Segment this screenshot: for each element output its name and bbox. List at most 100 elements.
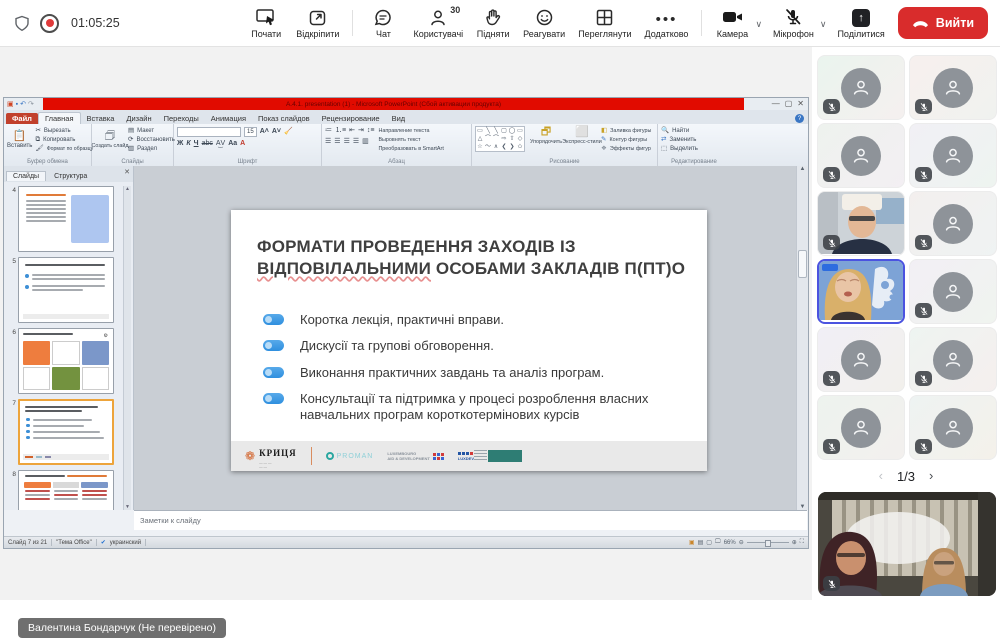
zoom-in-icon[interactable]: ⊕ [792,539,797,546]
slide-thumbnail[interactable] [18,186,114,252]
bold-button[interactable]: Ж [177,140,183,148]
slide-scrollbar[interactable]: ▲ ▼ [796,166,808,510]
align-left-icon[interactable]: ☰ [325,138,331,146]
justify-icon[interactable]: ☰ [353,138,359,146]
close-icon[interactable]: ✕ [797,100,804,108]
slide-thumbnail[interactable] [18,257,114,323]
participant-tile[interactable] [817,395,905,460]
font-name-box[interactable] [177,127,241,137]
section-button[interactable]: Раздел [137,145,157,153]
smartart-button[interactable]: Преобразовать в SmartArt [378,145,443,153]
char-spacing-icon[interactable]: A͜V [216,140,225,148]
reset-button[interactable]: Восстановить [136,136,174,144]
thumbnail-slide-4[interactable]: 4 [6,186,123,252]
strikethrough-button[interactable]: abc [202,140,213,148]
share-button[interactable]: ↑ Поділитися [837,7,884,39]
scrollbar-thumb[interactable] [798,250,807,278]
notes-pane[interactable]: Заметки к слайду [134,510,807,530]
tab-insert[interactable]: Вставка [81,113,121,124]
tab-view[interactable]: Вид [386,113,412,124]
change-case-button[interactable]: Aa [228,140,237,148]
security-shield-icon[interactable] [14,15,30,32]
thumbnail-slide-6[interactable]: 6 ⚙ [6,328,123,394]
panel-close-icon[interactable]: ✕ [124,168,130,176]
redo-icon[interactable]: ↷ [28,101,34,108]
undo-icon[interactable]: ↶ [20,101,26,108]
paste-button[interactable]: 📋 Вставить [7,126,32,153]
prev-page-chevron[interactable]: ‹ [879,469,883,483]
tab-file[interactable]: Файл [6,113,38,124]
copy-button[interactable]: Копировать [43,136,75,144]
mic-options-chevron[interactable]: ∨ [820,17,827,30]
numbering-icon[interactable]: ⒈≡ [335,127,346,135]
chat-button[interactable]: Чат [366,7,400,39]
font-size-box[interactable]: 15 [244,127,257,137]
clear-format-icon[interactable]: 🧹 [284,128,293,136]
tab-design[interactable]: Дизайн [120,113,157,124]
zoom-slider[interactable] [747,542,789,543]
active-speaker-tile[interactable] [817,259,905,324]
view-reading-icon[interactable]: ▢ [706,539,712,546]
slide-thumbnail[interactable]: ⚙ [18,328,114,394]
status-language[interactable]: украинский [110,540,141,546]
grow-font-icon[interactable]: A˄ [260,128,269,136]
participant-tile[interactable] [909,191,997,256]
thumbnail-slide-5[interactable]: 5 [6,257,123,323]
participant-tile[interactable] [909,327,997,392]
panel-scrollbar[interactable]: ▲▼ [123,186,131,510]
start-share-button[interactable]: Почати [249,7,283,39]
slide-thumbnail-selected[interactable] [18,399,114,465]
help-icon[interactable]: ? [795,114,804,123]
align-center-icon[interactable]: ☰ [334,138,340,146]
format-painter-button[interactable]: Формат по образцу [47,145,94,153]
participant-tile[interactable] [909,395,997,460]
underline-button[interactable]: Ч [194,140,199,148]
camera-button[interactable]: Камера [715,7,749,39]
tab-slideshow[interactable]: Показ слайдов [252,113,316,124]
thumbnail-slide-7-current[interactable]: 7 [6,399,123,465]
quick-styles-button[interactable]: ⬜ Экспресс-стили [567,126,597,145]
pinned-video-tile[interactable] [818,492,996,596]
save-icon[interactable]: ▪ [16,101,18,108]
view-slideshow-icon[interactable]: 🖵 [715,539,721,546]
italic-button[interactable]: К [186,140,190,148]
tab-animations[interactable]: Анимация [205,113,252,124]
next-page-chevron[interactable]: › [929,469,933,483]
participant-tile-video[interactable] [817,191,905,256]
panel-tab-outline[interactable]: Структура [48,172,93,181]
current-slide[interactable]: ФОРМАТИ ПРОВЕДЕННЯ ЗАХОДІВ ІЗ ВІДПОВІЛАЛ… [231,210,707,471]
recording-indicator-icon[interactable] [40,14,59,33]
participant-tile[interactable] [817,55,905,120]
text-direction-button[interactable]: Направление текста [378,127,429,135]
maximize-icon[interactable]: ▢ [785,100,793,108]
layout-button[interactable]: Макет [137,127,154,135]
tab-review[interactable]: Рецензирование [316,113,386,124]
react-button[interactable]: Реагувати [523,7,565,39]
align-text-button[interactable]: Выровнять текст [378,136,420,144]
quick-access-toolbar[interactable]: ▣ ▪ ↶ ↷ [4,98,43,110]
cut-button[interactable]: Вырезать [44,127,71,135]
participant-tile[interactable] [909,123,997,188]
select-button[interactable]: Выделить [670,145,698,153]
more-button[interactable]: ••• Додатково [645,7,689,39]
leave-button[interactable]: Вийти [898,7,988,39]
zoom-out-icon[interactable]: ⊖ [739,539,744,546]
view-normal-icon[interactable]: ▣ [689,539,695,546]
new-slide-button[interactable]: 🗇 Создать слайд [95,126,125,153]
indent-increase-icon[interactable]: ⇥ [358,127,364,135]
find-button[interactable]: Найти [672,127,689,135]
columns-icon[interactable]: ▥ [362,138,369,146]
shape-effects-button[interactable]: Эффекты фигур [610,145,651,153]
participant-tile[interactable] [909,259,997,324]
font-color-button[interactable]: A [240,140,245,148]
slide-thumbnail[interactable] [18,470,114,510]
raise-hand-button[interactable]: Підняти [476,7,510,39]
scroll-up-icon[interactable]: ▲ [800,166,806,172]
shape-fill-button[interactable]: Заливка фигуры [610,127,651,135]
participants-button[interactable]: 30 Користувачі [413,7,463,39]
minimize-icon[interactable]: — [772,100,780,108]
view-sorter-icon[interactable]: ▤ [698,539,704,546]
thumbnail-slide-8[interactable]: 8 [6,470,123,510]
fit-window-icon[interactable]: ⛶ [800,539,804,546]
mic-button[interactable]: Мікрофон [773,7,814,39]
